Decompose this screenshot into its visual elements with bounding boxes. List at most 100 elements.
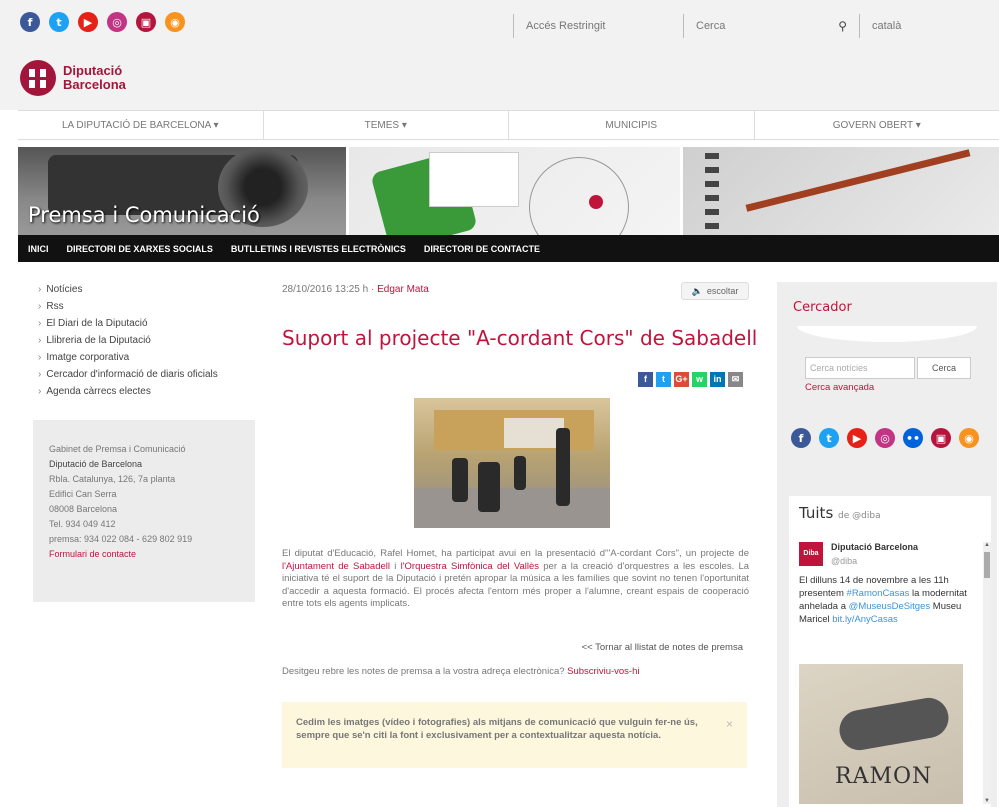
linkedin-share-icon[interactable]: in	[710, 372, 725, 387]
facebook-icon[interactable]: f	[20, 12, 40, 32]
news-search-button[interactable]: Cerca	[917, 357, 971, 379]
chevron-right-icon: ›	[38, 284, 42, 295]
logo-band: Diputació Barcelona	[0, 50, 999, 110]
left-nav-item[interactable]: › Agenda càrrecs electes	[38, 386, 258, 397]
subscribe-line: Desitgeu rebre les notes de premsa a la …	[282, 666, 640, 677]
flickr-icon[interactable]: ••	[903, 428, 923, 448]
right-sidebar: Cercador Cerca notícies Cerca Cerca avan…	[777, 282, 997, 807]
contact-dept: Gabinet de Premsa i Comunicació	[49, 444, 186, 454]
top-utilities: Accés Restringit Cerca ⚲ català	[513, 14, 999, 38]
chevron-right-icon: ›	[38, 369, 42, 380]
main-nav-item[interactable]: LA DIPUTACIÓ DE BARCELONA ▾	[18, 111, 264, 139]
left-nav: › Notícies › Rss › El Diari de la Diputació › L…	[38, 284, 258, 403]
tweet-image-text: RAMON	[835, 764, 933, 789]
sidebar-social-links: f t ▶ ◎ •• ▣ ◉	[791, 428, 991, 448]
flickr-icon[interactable]: ▣	[136, 12, 156, 32]
language-selector[interactable]: català	[859, 14, 999, 38]
twitter-icon[interactable]: t	[49, 12, 69, 32]
section-nav-item[interactable]: BUTLLETINS I REVISTES ELECTRÒNICS	[231, 244, 406, 254]
top-search[interactable]: Cerca ⚲	[683, 14, 859, 38]
youtube-icon[interactable]: ▶	[78, 12, 98, 32]
section-nav: INICI DIRECTORI DE XARXES SOCIALS BUTLLETI…	[18, 235, 999, 262]
main-nav-item[interactable]: GOVERN OBERT ▾	[755, 111, 999, 139]
left-nav-item[interactable]: › Notícies	[38, 284, 258, 295]
article: 28/10/2016 13:25 h · Edgar Mata 🔈 escolt…	[282, 282, 757, 768]
section-nav-item[interactable]: INICI	[28, 244, 49, 254]
timeline-scrollbar[interactable]: ▲ ▼	[983, 542, 991, 804]
left-nav-label: Agenda càrrecs electes	[46, 386, 151, 397]
left-nav-label: El Diari de la Diputació	[46, 318, 148, 329]
instagram-icon[interactable]: ◎	[107, 12, 127, 32]
logo-mark-icon	[20, 60, 56, 96]
contact-press-phone: premsa: 934 022 084 - 629 802 919	[49, 534, 193, 544]
instagram-icon[interactable]: ◎	[875, 428, 895, 448]
meta-separator: ·	[370, 284, 375, 295]
chevron-right-icon: ›	[38, 301, 42, 312]
article-meta: 28/10/2016 13:25 h · Edgar Mata	[282, 284, 749, 295]
twitter-share-icon[interactable]: t	[656, 372, 671, 387]
notice-text: Cedim les imatges (vídeo i fotografies) …	[296, 717, 698, 741]
chevron-right-icon: ›	[38, 386, 42, 397]
top-search-input[interactable]: Cerca	[696, 20, 725, 32]
restricted-access-link[interactable]: Accés Restringit	[513, 14, 683, 38]
tweet-image[interactable]: RAMON	[799, 664, 963, 804]
tweet-author-handle[interactable]: @diba	[831, 556, 857, 566]
listen-button[interactable]: 🔈 escoltar	[681, 282, 749, 300]
google-plus-share-icon[interactable]: G+	[674, 372, 689, 387]
article-body: El diputat d'Educació, Rafel Homet, ha p…	[282, 548, 750, 609]
subscribe-link[interactable]: Subscriviu-vos-hi	[567, 666, 639, 677]
mention-link[interactable]: @MuseusDeSitges	[849, 601, 930, 612]
banner-notebook-image	[680, 147, 999, 235]
close-icon[interactable]: ×	[726, 718, 733, 731]
contact-building: Edifici Can Serra	[49, 489, 117, 499]
diputacio-logo[interactable]: Diputació Barcelona	[20, 60, 126, 96]
search-widget-title: Cercador	[793, 300, 852, 315]
dibamedia-icon[interactable]: ▣	[931, 428, 951, 448]
scrollbar-thumb[interactable]	[984, 552, 990, 578]
scroll-up-icon[interactable]: ▲	[983, 542, 991, 548]
left-nav-item[interactable]: › Rss	[38, 301, 258, 312]
article-title: Suport al projecte "A-cordant Cors" de S…	[282, 326, 758, 350]
tweet-author-name[interactable]: Diputació Barcelona	[831, 542, 918, 552]
advanced-search-link[interactable]: Cerca avançada	[805, 382, 874, 393]
left-nav-label: Llibreria de la Diputació	[46, 335, 151, 346]
contact-form-link[interactable]: Formulari de contacte	[49, 547, 239, 562]
main-nav-item[interactable]: MUNICIPIS	[509, 111, 755, 139]
left-nav-item[interactable]: › Imatge corporativa	[38, 352, 258, 363]
youtube-icon[interactable]: ▶	[847, 428, 867, 448]
tweets-title: Tuits de @diba	[799, 504, 881, 522]
ajuntament-sabadell-link[interactable]: l'Ajuntament de Sabadell	[282, 561, 390, 572]
search-icon[interactable]: ⚲	[838, 19, 847, 33]
rss-icon[interactable]: ◉	[165, 12, 185, 32]
contact-city: 08008 Barcelona	[49, 504, 118, 514]
left-nav-item[interactable]: › Cercador d'informació de diaris oficial…	[38, 369, 258, 380]
contact-phone: Tel. 934 049 412	[49, 519, 116, 529]
facebook-icon[interactable]: f	[791, 428, 811, 448]
orquestra-link[interactable]: l'Orquestra Simfònica del Vallès	[401, 561, 539, 572]
left-nav-label: Imatge corporativa	[46, 352, 130, 363]
avatar[interactable]: Diba	[799, 542, 823, 566]
chevron-right-icon: ›	[38, 335, 42, 346]
whatsapp-share-icon[interactable]: w	[692, 372, 707, 387]
news-search-input[interactable]: Cerca notícies	[805, 357, 915, 379]
left-nav-item[interactable]: › El Diari de la Diputació	[38, 318, 258, 329]
chevron-right-icon: ›	[38, 352, 42, 363]
article-photo[interactable]	[414, 398, 610, 528]
article-author-link[interactable]: Edgar Mata	[377, 284, 429, 295]
email-share-icon[interactable]: ✉	[728, 372, 743, 387]
twitter-timeline: Tuits de @diba Diba Diputació Barcelona …	[789, 496, 991, 807]
hashtag-link[interactable]: #RamonCasas	[847, 588, 910, 599]
left-nav-item[interactable]: › Llibreria de la Diputació	[38, 335, 258, 346]
tweet-url-link[interactable]: bit.ly/AnyCasas	[832, 614, 897, 625]
back-to-list-link[interactable]: << Tornar al llistat de notes de premsa	[582, 642, 743, 653]
scroll-down-icon[interactable]: ▼	[983, 798, 991, 804]
main-nav-item[interactable]: TEMES ▾	[264, 111, 509, 139]
search-widget-notch	[797, 326, 977, 342]
section-nav-item[interactable]: DIRECTORI DE XARXES SOCIALS	[67, 244, 213, 254]
twitter-icon[interactable]: t	[819, 428, 839, 448]
article-date: 28/10/2016 13:25 h	[282, 284, 369, 295]
rss-icon[interactable]: ◉	[959, 428, 979, 448]
listen-label: escoltar	[706, 286, 739, 296]
facebook-share-icon[interactable]: f	[638, 372, 653, 387]
section-nav-item[interactable]: DIRECTORI DE CONTACTE	[424, 244, 540, 254]
